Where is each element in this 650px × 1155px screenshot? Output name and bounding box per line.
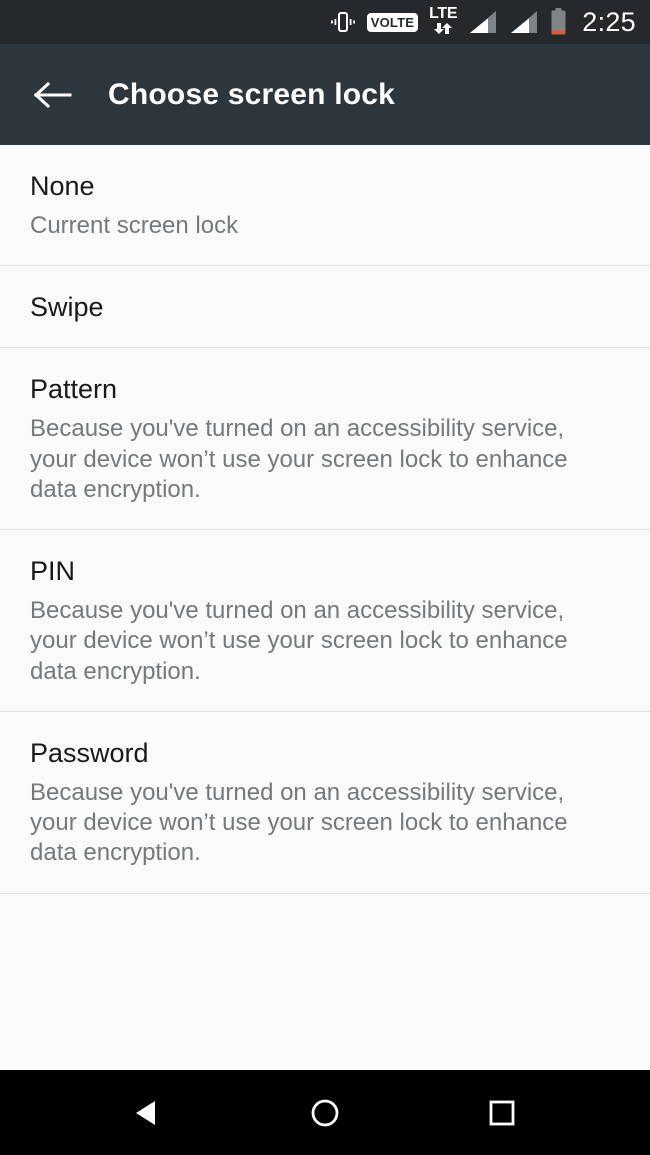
lock-option-title: Pattern [30,374,118,405]
lock-option-password[interactable]: Password Because you've turned on an acc… [0,712,650,894]
vibrate-icon [330,9,356,35]
status-bar-clock: 2:25 [582,6,636,37]
battery-low-icon [550,7,567,37]
screen-lock-options-list: None Current screen lock Swipe Pattern B… [0,145,650,1070]
navigation-bar [0,1070,650,1155]
status-bar: VOLTE LTE 2:25 [0,0,650,44]
lock-option-pattern[interactable]: Pattern Because you've turned on an acce… [0,348,650,531]
lock-option-title: PIN [30,556,76,587]
android-screen: VOLTE LTE 2:25 Choose screen lock None C… [0,0,650,1155]
lte-indicator: LTE [429,5,458,38]
lock-option-title: None [30,171,95,201]
app-bar: Choose screen lock [0,44,650,145]
list-empty-area [0,894,650,1070]
lock-option-none[interactable]: None Current screen lock [0,145,650,267]
page-title: Choose screen lock [108,77,396,111]
lock-option-description: Because you've turned on an accessibilit… [30,778,568,867]
lock-option-title: Password [30,737,149,768]
data-transfer-icon [430,22,456,38]
nav-recents-square-icon[interactable] [467,1078,537,1148]
lock-option-description: Current screen lock [30,212,239,240]
lock-option-swipe[interactable]: Swipe [0,266,650,349]
nav-back-triangle-icon[interactable] [113,1078,183,1148]
volte-badge: VOLTE [366,12,419,32]
lock-option-pin[interactable]: PIN Because you've turned on an accessib… [0,530,650,712]
back-arrow-icon[interactable] [30,73,74,117]
lte-label: LTE [429,5,458,22]
signal-bars-icon [468,9,498,35]
lock-option-description: Because you've turned on an accessibilit… [30,415,568,503]
nav-home-circle-icon[interactable] [290,1078,360,1148]
signal-bars-icon [509,9,539,35]
lock-option-title: Swipe [30,292,104,323]
lock-option-description: Because you've turned on an accessibilit… [30,597,568,685]
